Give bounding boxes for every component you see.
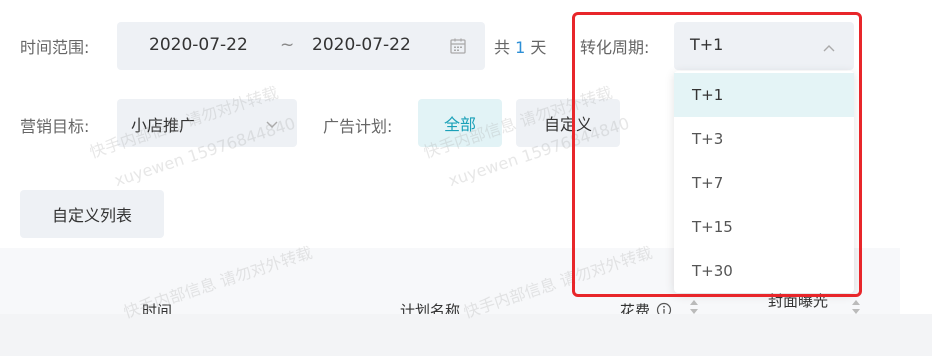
bottom-band bbox=[0, 314, 932, 356]
chevron-down-icon bbox=[265, 116, 279, 130]
total-days-prefix: 共 bbox=[494, 38, 511, 57]
marketing-goal-select[interactable]: 小店推广 bbox=[117, 99, 297, 147]
date-separator: ~ bbox=[280, 35, 295, 55]
highlight-box bbox=[572, 12, 862, 297]
ad-plan-label: 广告计划: bbox=[323, 117, 393, 136]
total-days-count: 1 bbox=[515, 38, 526, 57]
marketing-goal-label: 营销目标: bbox=[20, 117, 90, 136]
start-date[interactable]: 2020-07-22 bbox=[149, 35, 248, 55]
ad-plan-all-button[interactable]: 全部 bbox=[418, 99, 502, 147]
total-days: 共 1 天 bbox=[494, 34, 546, 58]
date-range-picker[interactable]: 2020-07-22 ~ 2020-07-22 bbox=[117, 22, 485, 70]
custom-list-button[interactable]: 自定义列表 bbox=[20, 190, 164, 238]
time-range-label: 时间范围: bbox=[20, 38, 90, 57]
end-date[interactable]: 2020-07-22 bbox=[312, 35, 411, 55]
marketing-goal-value: 小店推广 bbox=[131, 116, 196, 135]
calendar-icon[interactable] bbox=[449, 37, 467, 59]
total-days-suffix: 天 bbox=[530, 38, 547, 57]
